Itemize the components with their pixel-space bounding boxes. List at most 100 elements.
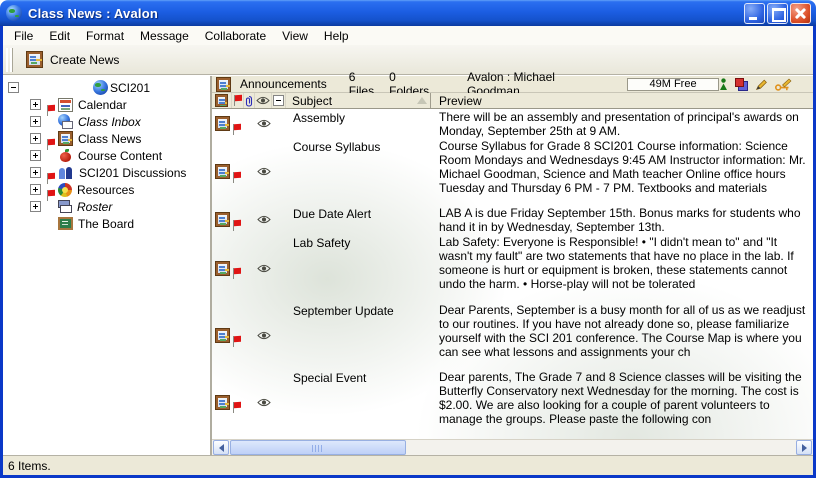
menu-format[interactable]: Format	[78, 27, 132, 45]
message-preview: Lab Safety: Everyone is Responsible! • "…	[431, 234, 813, 291]
app-window: Class News : Avalon File Edit Format Mes…	[0, 0, 816, 478]
tree-item-calendar[interactable]: Calendar	[3, 96, 210, 113]
menu-bar: File Edit Format Message Collaborate Vie…	[3, 26, 813, 45]
message-subject: Lab Safety	[286, 234, 431, 250]
message-subject: Due Date Alert	[286, 205, 431, 221]
column-attachment[interactable]	[244, 93, 255, 108]
collapse-box-icon[interactable]	[8, 82, 19, 93]
expand-box-icon[interactable]	[30, 116, 41, 127]
column-flag[interactable]	[232, 93, 244, 108]
key-pencil-icon[interactable]	[775, 78, 792, 91]
sidebar-tree: SCI201 Calendar Class Inbox	[3, 76, 212, 455]
column-header: Subject Preview	[212, 93, 813, 109]
list-item[interactable]: Assembly There will be an assembly and p…	[212, 109, 813, 138]
news-board-icon	[215, 164, 230, 179]
menu-file[interactable]: File	[6, 27, 41, 45]
tree-item-resources[interactable]: Resources	[3, 181, 210, 198]
message-subject: Assembly	[286, 109, 431, 125]
expand-box-icon[interactable]	[30, 167, 41, 178]
tree-item-sci201[interactable]: SCI201	[3, 79, 210, 96]
tree-label: SCI201	[110, 81, 150, 95]
menu-collaborate[interactable]: Collaborate	[197, 27, 274, 45]
scroll-right-button[interactable]	[796, 440, 812, 455]
column-item-icon[interactable]	[212, 93, 232, 108]
resources-icon	[58, 183, 72, 197]
maximize-button[interactable]	[767, 3, 788, 24]
eye-icon	[256, 96, 270, 105]
right-arrow-icon	[802, 444, 811, 452]
tree-item-course-content[interactable]: Course Content	[3, 147, 210, 164]
eye-icon	[257, 398, 271, 407]
news-board-icon	[216, 77, 231, 92]
tree-label: Course Content	[78, 149, 162, 163]
tree-label: The Board	[78, 217, 134, 231]
create-news-label: Create News	[50, 53, 119, 67]
menu-view[interactable]: View	[274, 27, 316, 45]
column-subject[interactable]: Subject	[286, 93, 431, 108]
message-subject: Special Event	[286, 369, 431, 385]
news-board-icon	[215, 261, 230, 276]
pencil-icon[interactable]	[755, 78, 768, 91]
horizontal-scrollbar[interactable]	[212, 439, 813, 455]
toolbar-grip[interactable]	[6, 48, 13, 72]
sort-ascending-icon	[417, 97, 427, 104]
free-space-indicator: 49M Free	[627, 78, 719, 91]
tree-item-the-board[interactable]: The Board	[3, 215, 210, 232]
message-preview: Dear parents, The Grade 7 and 8 Science …	[431, 369, 813, 426]
menu-help[interactable]: Help	[316, 27, 357, 45]
expand-box-icon[interactable]	[30, 150, 41, 161]
tree-item-sci201-discussions[interactable]: SCI201 Discussions	[3, 164, 210, 181]
column-preview[interactable]: Preview	[431, 93, 813, 108]
list-item[interactable]: Course Syllabus Course Syllabus for Grad…	[212, 138, 813, 205]
message-preview: Dear Parents, September is a busy month …	[431, 302, 813, 359]
tree-item-class-news[interactable]: Class News	[3, 130, 210, 147]
message-list: Assembly There will be an assembly and p…	[212, 109, 813, 439]
list-item[interactable]: September Update Dear Parents, September…	[212, 302, 813, 369]
expand-box-icon[interactable]	[30, 99, 41, 110]
roster-icon	[58, 200, 72, 213]
news-board-icon	[215, 116, 230, 131]
message-preview: LAB A is due Friday September 15th. Bonu…	[431, 205, 813, 234]
expand-box-icon[interactable]	[30, 201, 41, 212]
message-preview: There will be an assembly and presentati…	[431, 109, 813, 138]
tree-label: Class News	[78, 132, 141, 146]
tree-label: Roster	[77, 200, 112, 214]
news-board-icon	[215, 212, 230, 227]
message-preview: Course Syllabus for Grade 8 SCI201 Cours…	[431, 138, 813, 195]
create-news-button[interactable]: Create News	[22, 49, 123, 70]
eye-icon	[257, 215, 271, 224]
tree-item-class-inbox[interactable]: Class Inbox	[3, 113, 210, 130]
close-button[interactable]	[790, 3, 811, 24]
list-item[interactable]: Special Event Dear parents, The Grade 7 …	[212, 369, 813, 435]
list-item[interactable]: Lab Safety Lab Safety: Everyone is Respo…	[212, 234, 813, 302]
column-unread[interactable]	[255, 93, 272, 108]
content-panel: Announcements 6 Files 0 Folders Avalon :…	[212, 76, 813, 455]
left-arrow-icon	[215, 444, 224, 452]
window-frame: File Edit Format Message Collaborate Vie…	[0, 26, 816, 478]
chalkboard-icon	[58, 217, 73, 230]
expand-box-icon[interactable]	[30, 184, 41, 195]
eye-icon	[257, 331, 271, 340]
inbox-globe-icon	[58, 114, 73, 129]
title-bar[interactable]: Class News : Avalon	[0, 0, 816, 26]
menu-edit[interactable]: Edit	[41, 27, 78, 45]
column-collapse[interactable]	[272, 93, 286, 108]
menu-message[interactable]: Message	[132, 27, 197, 45]
news-board-icon	[215, 328, 230, 343]
layers-icon[interactable]	[735, 78, 748, 91]
collapse-box-icon	[273, 95, 284, 106]
tree-label: SCI201 Discussions	[79, 166, 186, 180]
list-item[interactable]: Due Date Alert LAB A is due Friday Septe…	[212, 205, 813, 234]
scroll-left-button[interactable]	[213, 440, 229, 455]
main-area: SCI201 Calendar Class Inbox	[3, 75, 813, 455]
window-title: Class News : Avalon	[28, 6, 744, 21]
tree-item-roster[interactable]: Roster	[3, 198, 210, 215]
eye-icon	[257, 264, 271, 273]
scrollbar-thumb[interactable]	[230, 440, 406, 455]
person-icon[interactable]	[719, 78, 728, 91]
app-globe-icon	[6, 5, 22, 21]
panel-title: Announcements	[240, 77, 327, 91]
message-subject: September Update	[286, 302, 431, 318]
minimize-button[interactable]	[744, 3, 765, 24]
expand-box-icon[interactable]	[30, 133, 41, 144]
